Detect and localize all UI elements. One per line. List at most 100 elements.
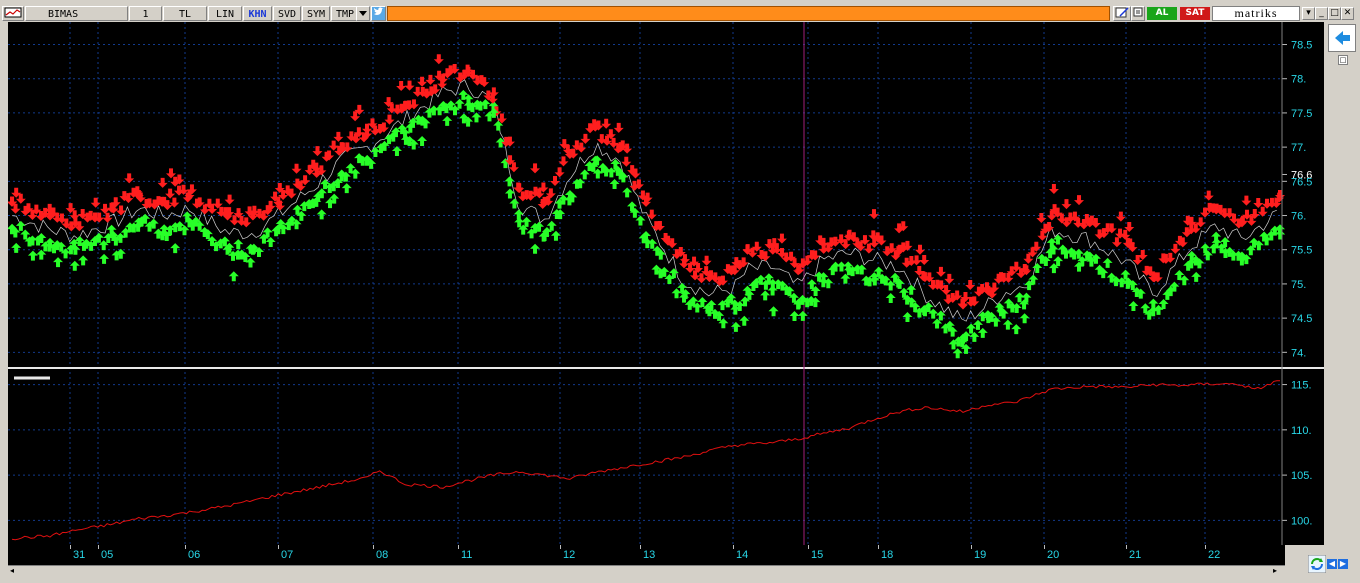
y-tick-label: 76. — [1291, 211, 1306, 223]
sell-signal-arrow — [935, 266, 946, 277]
panel-toggle-icon[interactable]: □ — [1338, 55, 1348, 65]
x-tick-mark — [1126, 545, 1127, 549]
x-tick-label: 13 — [643, 549, 656, 561]
x-tick-label: 05 — [101, 549, 114, 561]
sell-signal-arrow — [1061, 199, 1072, 210]
chart-icon[interactable] — [2, 6, 24, 21]
y-tick-label: 105. — [1291, 470, 1312, 482]
chart-canvas[interactable]: 78.578.77.577.76.676.576.75.575.74.574.1… — [7, 22, 1324, 545]
sell-signal-arrow — [224, 194, 235, 205]
buy-signal-arrow — [530, 243, 541, 254]
buy-signal-arrow — [170, 243, 181, 254]
status-bar — [387, 6, 1110, 21]
chart-frame[interactable]: 78.5 78. 77.5 77. 76.6 76.5 76. 75.5 75. 74.5 74. 1… — [7, 22, 1324, 545]
brand-logo: matriks — [1212, 6, 1300, 21]
menu-dropdown-icon[interactable]: ▾ — [1302, 7, 1315, 20]
buy-signal-arrow — [622, 187, 633, 198]
sell-signal-arrow — [958, 299, 968, 310]
sell-signal-arrow — [333, 131, 344, 142]
buy-signal-arrow — [635, 215, 646, 226]
y-tick-label: 75.5 — [1291, 245, 1312, 257]
x-tick-mark — [458, 545, 459, 549]
khn-button[interactable]: KHN — [243, 6, 272, 21]
x-tick-label: 07 — [281, 549, 294, 561]
x-tick-label: 08 — [376, 549, 389, 561]
edit-icon[interactable] — [1113, 6, 1131, 21]
buy-signal-arrow — [228, 271, 239, 282]
tmp-button[interactable]: TMP — [331, 6, 359, 21]
maximize-icon[interactable]: □ — [1328, 7, 1341, 20]
y-tick-label: 74.5 — [1291, 313, 1312, 325]
buy-signal-arrow — [1128, 300, 1139, 311]
sell-signal-arrow — [550, 176, 561, 187]
buy-button[interactable]: AL — [1147, 7, 1177, 20]
sell-signal-arrow — [396, 80, 407, 91]
refresh-icon[interactable] — [1307, 554, 1327, 574]
sell-signal-arrow — [433, 54, 444, 65]
x-tick-mark — [640, 545, 641, 549]
sell-signal-arrow — [1253, 198, 1264, 209]
nav-left-icon[interactable]: ◀ — [1327, 559, 1337, 569]
buy-signal-arrow — [233, 239, 244, 250]
sell-signal-arrow — [1111, 237, 1122, 248]
y-tick-label: 115. — [1291, 380, 1312, 392]
minimize-icon[interactable]: _ — [1315, 7, 1328, 20]
x-tick-mark — [98, 545, 99, 549]
y-tick-label: 110. — [1291, 425, 1312, 437]
sell-button[interactable]: SAT — [1180, 7, 1210, 20]
y-tick-label: 77.5 — [1291, 108, 1312, 120]
buy-signal-arrow — [504, 176, 515, 187]
sell-signal-arrow — [919, 254, 930, 265]
sell-signal-arrow — [944, 273, 955, 284]
sell-signal-arrow — [701, 255, 712, 266]
buy-signal-arrow — [99, 253, 110, 264]
sell-signal-arrow — [425, 74, 436, 85]
buy-signal-arrow — [69, 260, 80, 271]
sell-signal-arrow — [613, 122, 624, 133]
x-tick-label: 20 — [1047, 549, 1060, 561]
y-tick-label: 75. — [1291, 279, 1306, 291]
sell-signal-arrow — [601, 118, 612, 129]
scroll-left-icon[interactable]: ◂ — [10, 566, 20, 575]
buy-signal-arrow — [768, 306, 779, 317]
buy-signal-arrow — [1102, 257, 1113, 268]
dropdown-icon[interactable] — [356, 6, 370, 21]
currency-button[interactable]: TL — [163, 6, 207, 21]
buy-signal-arrow — [1019, 313, 1030, 324]
sell-signal-arrow — [291, 163, 302, 174]
buy-signal-arrow — [78, 255, 89, 266]
settings-icon[interactable] — [1131, 6, 1145, 21]
x-axis: 31 05 06 07 08 11 12 13 14 15 18 19 20 21 22 — [8, 545, 1285, 565]
x-tick-mark — [1044, 545, 1045, 549]
scroll-right-icon[interactable]: ▸ — [1273, 566, 1283, 575]
sell-signal-arrow — [1241, 195, 1252, 206]
x-tick-label: 11 — [461, 549, 473, 561]
symbol-field[interactable]: BIMAS — [25, 6, 128, 21]
x-tick-mark — [971, 545, 972, 549]
twitter-icon[interactable] — [371, 6, 386, 21]
x-tick-mark — [278, 545, 279, 549]
close-icon[interactable]: ✕ — [1341, 7, 1354, 20]
scale-button[interactable]: LIN — [208, 6, 242, 21]
y-tick-label: 100. — [1291, 515, 1312, 527]
y-axis: 78.578.77.577.76.676.576.75.575.74.574.1… — [1281, 22, 1312, 545]
sell-signal-arrow — [124, 173, 135, 184]
buy-signal-arrow — [906, 284, 917, 295]
svd-button[interactable]: SVD — [273, 6, 301, 21]
sell-signal-arrow — [1048, 184, 1059, 195]
horizontal-scrollbar[interactable]: ◂ ▸ — [8, 565, 1285, 576]
sell-signal-arrow — [646, 209, 657, 220]
sell-signal-arrow — [102, 212, 113, 223]
period-field[interactable]: 1 — [129, 6, 162, 21]
sell-signal-arrow — [1074, 195, 1085, 206]
sell-signal-arrow — [915, 244, 926, 255]
sym-button[interactable]: SYM — [302, 6, 330, 21]
x-tick-label: 18 — [881, 549, 894, 561]
x-tick-mark — [560, 545, 561, 549]
x-tick-label: 31 — [73, 549, 86, 561]
x-tick-label: 12 — [563, 549, 576, 561]
buy-signal-arrow — [53, 257, 64, 268]
nav-right-icon[interactable]: ▶ — [1338, 559, 1348, 569]
back-arrow-icon[interactable] — [1328, 24, 1356, 52]
buy-signal-arrow — [789, 311, 800, 322]
